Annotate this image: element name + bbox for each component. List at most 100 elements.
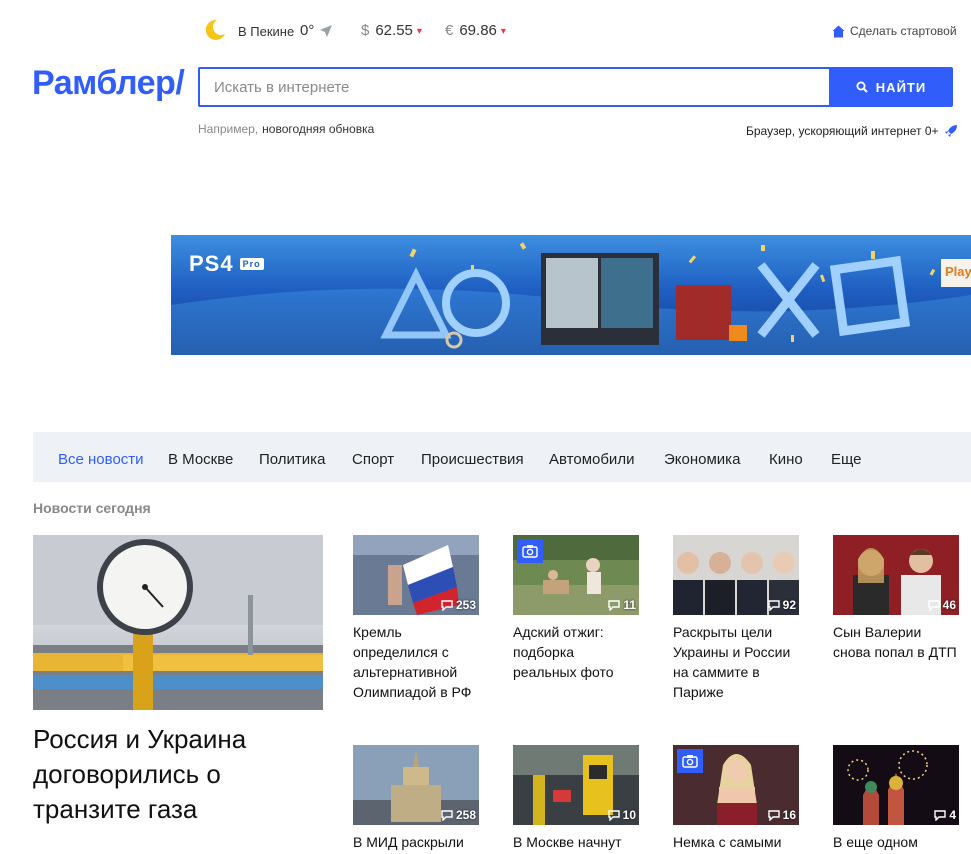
search-button-label: НАЙТИ	[875, 79, 927, 95]
comment-icon	[441, 599, 453, 611]
news-card[interactable]: 253 Кремль определился с альтернативной …	[353, 535, 479, 702]
main-story-image[interactable]	[33, 535, 323, 710]
news-card-title: Раскрыты цели Украины и России на саммит…	[673, 624, 791, 700]
comment-count-value: 10	[622, 808, 636, 822]
rocket-icon	[944, 125, 957, 137]
weather-city[interactable]: В Пекине	[238, 24, 294, 39]
comment-count: 46	[927, 598, 956, 612]
browser-promo-label: Браузер, ускоряющий интернет 0+	[746, 124, 939, 138]
comment-count: 10	[607, 808, 636, 822]
rambler-logo[interactable]: Рамблер/	[32, 64, 185, 103]
nav-auto[interactable]: Автомобили	[549, 451, 634, 468]
news-card[interactable]: 4 В еще одном	[833, 745, 959, 852]
comment-count-value: 4	[949, 808, 956, 822]
nav-more[interactable]: Еще	[831, 451, 862, 468]
search-box	[198, 67, 831, 107]
comment-icon	[927, 599, 940, 611]
search-example-link[interactable]: новогодняя обновка	[262, 122, 374, 136]
news-card-title: В МИД раскрыли	[353, 834, 464, 850]
search-icon	[856, 81, 868, 93]
news-card-image: 16	[673, 745, 799, 825]
comment-icon	[608, 599, 621, 611]
nav-sport[interactable]: Спорт	[352, 451, 394, 468]
comment-count-value: 92	[782, 598, 796, 612]
news-card-image: 11	[513, 535, 639, 615]
camera-icon	[682, 755, 698, 768]
news-card[interactable]: 46 Сын Валерии снова попал в ДТП	[833, 535, 959, 662]
comment-count-value: 16	[782, 808, 796, 822]
comment-count-value: 46	[942, 598, 956, 612]
search-input[interactable]	[200, 69, 831, 105]
comment-count: 11	[608, 598, 636, 612]
news-card[interactable]: 10 В Москве начнут	[513, 745, 639, 852]
main-story-title[interactable]: Россия и Украина договорились о транзите…	[33, 722, 323, 827]
comment-count-value: 253	[455, 598, 476, 612]
search-example-prefix: Например,	[198, 122, 259, 136]
comment-icon	[607, 809, 620, 821]
photo-gallery-badge	[517, 539, 543, 563]
make-start-label: Сделать стартовой	[850, 24, 957, 38]
eur-rate[interactable]: €69.86 ▾	[445, 22, 506, 39]
comment-count-value: 258	[455, 808, 476, 822]
pro-badge: Pro	[239, 258, 264, 270]
comment-icon	[767, 809, 780, 821]
browser-promo-link[interactable]: Браузер, ускоряющий интернет 0+	[746, 124, 958, 138]
comment-count: 253	[441, 598, 476, 612]
banner-artwork	[171, 242, 971, 355]
search-example: Например, новогодняя обновка	[198, 122, 374, 136]
location-arrow-icon[interactable]	[319, 24, 333, 38]
news-card-image: 253	[353, 535, 479, 615]
news-card-title: Немка с самыми	[673, 834, 782, 850]
home-icon	[832, 25, 845, 37]
moon-icon	[205, 19, 225, 40]
news-card-image: 258	[353, 745, 479, 825]
news-card-image: 46	[833, 535, 959, 615]
ps4-pro-logo: PS4 Pro	[189, 251, 264, 277]
eur-value: 69.86	[459, 22, 497, 39]
comment-count: 92	[767, 598, 796, 612]
caret-down-icon: ▾	[416, 26, 422, 37]
gas-gauge-image	[33, 535, 323, 710]
nav-incidents[interactable]: Происшествия	[421, 451, 524, 468]
news-card-title: В Москве начнут	[513, 834, 622, 850]
weather-temperature[interactable]: 0°	[300, 22, 314, 39]
usd-symbol: $	[361, 22, 370, 39]
comment-count: 16	[767, 808, 796, 822]
nav-cinema[interactable]: Кино	[769, 451, 803, 468]
section-title: Новости сегодня	[33, 500, 151, 516]
news-card-title: Сын Валерии снова попал в ДТП	[833, 624, 957, 660]
news-card[interactable]: 11 Адский отжиг: подборка реальных фото	[513, 535, 639, 682]
usd-value: 62.55	[375, 22, 413, 39]
news-card-image: 10	[513, 745, 639, 825]
comment-count: 258	[441, 808, 476, 822]
photo-gallery-badge	[677, 749, 703, 773]
news-card-title: Адский отжиг: подборка реальных фото	[513, 624, 614, 680]
nav-politics[interactable]: Политика	[259, 451, 325, 468]
comment-icon	[934, 809, 947, 821]
search-button[interactable]: НАЙТИ	[829, 67, 953, 107]
news-card-title: В еще одном	[833, 834, 918, 850]
news-card-image: 4	[833, 745, 959, 825]
ps4-brand: PS4	[189, 251, 234, 276]
eur-symbol: €	[445, 22, 454, 39]
news-card[interactable]: 92 Раскрыты цели Украины и России на сам…	[673, 535, 799, 702]
news-card-title: Кремль определился с альтернативной Олим…	[353, 624, 472, 700]
make-start-page-link[interactable]: Сделать стартовой	[832, 24, 957, 38]
caret-down-icon: ▾	[500, 26, 506, 37]
nav-all-news[interactable]: Все новости	[58, 451, 144, 468]
comment-count: 4	[934, 808, 956, 822]
nav-moscow[interactable]: В Москве	[168, 451, 233, 468]
camera-icon	[522, 545, 538, 558]
play-tag: Play	[941, 259, 971, 287]
news-category-nav: Все новости В Москве Политика Спорт Прои…	[33, 432, 971, 482]
page: В Пекине 0° $62.55 ▾ €69.86 ▾ Сделать стар…	[0, 0, 971, 854]
usd-rate[interactable]: $62.55 ▾	[361, 22, 422, 39]
comment-icon	[441, 809, 453, 821]
comment-count-value: 11	[623, 598, 636, 612]
top-bar: В Пекине 0° $62.55 ▾ €69.86 ▾ Сделать стар…	[0, 0, 971, 60]
nav-economy[interactable]: Экономика	[664, 451, 740, 468]
news-card-image: 92	[673, 535, 799, 615]
news-card[interactable]: 16 Немка с самыми	[673, 745, 799, 852]
news-card[interactable]: 258 В МИД раскрыли	[353, 745, 479, 852]
ad-banner[interactable]: PS4 Pro Play	[171, 235, 971, 355]
